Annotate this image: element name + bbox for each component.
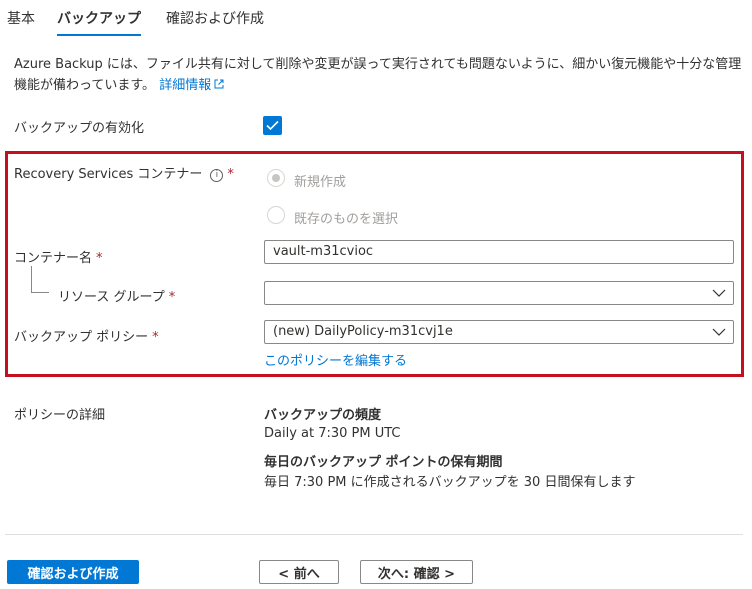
learn-more-link[interactable]: 詳細情報 bbox=[159, 78, 211, 93]
recovery-services-label-text: Recovery Services コンテナー bbox=[14, 167, 203, 182]
previous-button[interactable]: < 前へ bbox=[259, 560, 339, 584]
radio-select-existing[interactable] bbox=[267, 206, 285, 224]
radio-selected-dot bbox=[272, 174, 280, 182]
required-mark: * bbox=[168, 290, 176, 305]
retention-value: 毎日 7:30 PM に作成されるバックアップを 30 日間保有します bbox=[264, 475, 636, 490]
radio-create-new-label: 新規作成 bbox=[294, 175, 347, 190]
backup-policy-label-text: バックアップ ポリシー bbox=[14, 330, 149, 345]
active-tab-indicator bbox=[57, 34, 141, 36]
edit-policy-link[interactable]: このポリシーを編集する bbox=[264, 350, 407, 369]
description-text: Azure Backup には、ファイル共有に対して削除や変更が誤って実行されて… bbox=[14, 57, 742, 93]
checkmark-icon bbox=[266, 120, 279, 131]
radio-create-new[interactable] bbox=[267, 169, 285, 187]
backup-frequency-title: バックアップの頻度 bbox=[264, 408, 382, 423]
footer-divider bbox=[5, 534, 743, 535]
retention-title: 毎日のバックアップ ポイントの保有期間 bbox=[264, 455, 503, 470]
radio-select-existing-label: 既存のものを選択 bbox=[294, 212, 399, 227]
backup-policy-select[interactable]: (new) DailyPolicy-m31cvj1e bbox=[264, 320, 734, 344]
vault-name-input[interactable]: vault-m31cvioc bbox=[264, 240, 734, 264]
external-link-icon bbox=[214, 75, 224, 96]
enable-backup-checkbox[interactable] bbox=[263, 116, 282, 135]
enable-backup-label: バックアップの有効化 bbox=[14, 121, 145, 136]
description: Azure Backup には、ファイル共有に対して削除や変更が誤って実行されて… bbox=[14, 54, 744, 96]
required-mark: * bbox=[96, 251, 103, 266]
tab-review-create[interactable]: 確認および作成 bbox=[166, 8, 264, 28]
required-mark: * bbox=[227, 167, 234, 182]
vault-name-label: コンテナー名 * bbox=[14, 247, 103, 266]
resource-group-label: リソース グループ * bbox=[58, 286, 175, 305]
recovery-services-label: Recovery Services コンテナー i * bbox=[14, 163, 234, 182]
policy-details-label: ポリシーの詳細 bbox=[14, 408, 106, 423]
required-mark: * bbox=[152, 330, 159, 345]
backup-frequency-value: Daily at 7:30 PM UTC bbox=[264, 426, 401, 441]
tree-connector-horizontal bbox=[31, 292, 49, 293]
backup-policy-label: バックアップ ポリシー * bbox=[14, 326, 159, 345]
vault-name-label-text: コンテナー名 bbox=[14, 251, 93, 266]
resource-group-label-text: リソース グループ bbox=[58, 290, 165, 305]
tab-backup[interactable]: バックアップ bbox=[57, 8, 141, 28]
chevron-down-icon bbox=[712, 328, 726, 336]
next-button[interactable]: 次へ: 確認 > bbox=[360, 560, 473, 584]
tab-basics[interactable]: 基本 bbox=[7, 8, 35, 28]
resource-group-select[interactable] bbox=[264, 281, 734, 305]
review-create-button[interactable]: 確認および作成 bbox=[7, 560, 139, 584]
tree-connector-vertical bbox=[31, 266, 32, 292]
backup-policy-value: (new) DailyPolicy-m31cvj1e bbox=[273, 324, 453, 339]
chevron-down-icon bbox=[712, 289, 726, 297]
info-icon[interactable]: i bbox=[210, 168, 224, 182]
